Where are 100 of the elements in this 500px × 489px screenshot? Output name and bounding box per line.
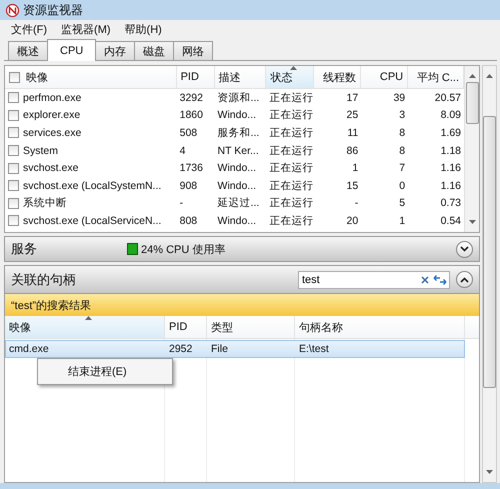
table-cell: - (354, 197, 358, 210)
tab[interactable]: 网络 (173, 41, 214, 60)
table-cell: Windo... (218, 214, 256, 227)
scrollbar[interactable] (464, 66, 479, 232)
table-cell: 5 (399, 197, 406, 210)
table-cell: Windo... (218, 180, 256, 192)
table-cell: 1860 (180, 109, 203, 122)
table-cell: 1736 (180, 162, 203, 174)
scroll-down-icon[interactable] (486, 470, 493, 474)
column-header[interactable]: 状态 (266, 66, 314, 88)
cpu-usage: 24% CPU 使用率 (141, 242, 226, 256)
usage-swatch-icon (127, 243, 138, 255)
menu-item[interactable]: 帮助(H) (120, 20, 167, 38)
scroll-up-icon[interactable] (468, 74, 476, 78)
table-cell: 资源和... (218, 90, 260, 105)
table-cell: 正在运行 (269, 161, 314, 176)
table-cell: - (180, 197, 184, 210)
table-cell: 1.16 (440, 180, 462, 192)
checkbox[interactable] (8, 127, 19, 138)
checkbox[interactable] (8, 92, 19, 104)
table-cell: 1 (399, 214, 406, 227)
chevron-down-icon (460, 246, 469, 252)
column-header[interactable]: 映像 (5, 316, 165, 338)
table-cell: 正在运行 (269, 90, 314, 105)
table-cell: System (23, 144, 58, 157)
checkbox[interactable] (9, 72, 20, 82)
checkbox[interactable] (8, 215, 19, 226)
table-cell: 正在运行 (269, 178, 314, 193)
checkbox[interactable] (8, 198, 19, 209)
table-cell: 8.09 (440, 109, 462, 122)
search-box[interactable]: test (298, 270, 450, 288)
scrollbar[interactable] (482, 65, 497, 483)
table-cell: 1.69 (440, 126, 462, 139)
table-cell: 3292 (180, 92, 203, 104)
table-cell: 3 (399, 109, 406, 122)
scroll-thumb[interactable] (466, 82, 478, 124)
table-cell: 正在运行 (269, 108, 314, 122)
table-cell: 508 (180, 126, 198, 139)
table-cell: svchost.exe (LocalSystemN... (23, 180, 162, 192)
table-cell: 正在运行 (269, 214, 314, 228)
table-cell: cmd.exe (9, 342, 49, 355)
table-cell: perfmon.exe (23, 92, 82, 104)
table-cell: 15 (346, 180, 358, 192)
table-cell: 39 (393, 92, 406, 104)
column-header[interactable]: 映像 (5, 66, 177, 88)
expand-button[interactable] (456, 240, 473, 258)
search-field[interactable]: test (299, 274, 417, 286)
menu-item[interactable]: 结束进程(E) (40, 361, 170, 382)
section-header[interactable]: 服务 24% CPU 使用率 (4, 236, 480, 262)
column-header[interactable]: 类型 (207, 316, 295, 338)
table-cell: 17 (346, 92, 358, 104)
table-cell: Windo... (218, 109, 256, 122)
column-header[interactable]: 句柄名称 (295, 316, 465, 338)
table-cell: svchost.exe (LocalServiceN... (23, 214, 162, 227)
app-icon (6, 4, 19, 16)
table-cell: 20.57 (434, 92, 462, 104)
table-cell: 4 (180, 144, 186, 157)
scroll-up-icon[interactable] (486, 74, 493, 78)
table-cell: 2952 (169, 342, 192, 355)
search-results-title: “test”的搜索结果 (11, 298, 92, 312)
tab[interactable]: CPU (47, 39, 96, 61)
scroll-down-icon[interactable] (468, 220, 476, 224)
table-cell: File (211, 342, 228, 355)
column-header[interactable]: PID (165, 316, 207, 338)
table-cell: 1 (352, 162, 358, 174)
menu-item[interactable]: 监视器(M) (56, 20, 116, 38)
checkbox[interactable] (8, 145, 19, 156)
collapse-button[interactable] (456, 271, 473, 288)
table-cell: 0.54 (440, 214, 462, 227)
table-cell: 8 (399, 144, 406, 157)
table-cell: 正在运行 (269, 144, 314, 158)
table-row[interactable]: cmd.exe 2952 File E:\test (5, 340, 465, 358)
column-header[interactable]: 线程数 (314, 66, 362, 88)
table-cell: E:\test (299, 342, 329, 355)
checkbox[interactable] (8, 110, 19, 121)
table-cell: 11 (347, 126, 358, 139)
sort-arrow-icon (290, 66, 297, 70)
clear-icon[interactable] (421, 276, 429, 284)
tab[interactable]: 概述 (8, 41, 48, 60)
column-header[interactable]: CPU (361, 66, 408, 88)
table-cell: 延迟过... (218, 196, 260, 210)
tab[interactable]: 磁盘 (134, 41, 174, 60)
checkbox[interactable] (8, 162, 19, 174)
menu-item[interactable]: 文件(F) (6, 20, 52, 38)
table-cell: NT Ker... (218, 144, 259, 157)
refresh-icon[interactable] (433, 274, 447, 286)
table-cell: Windo... (218, 162, 256, 174)
tab[interactable]: 内存 (95, 41, 136, 60)
table-cell: 服务和... (218, 126, 260, 140)
column-header[interactable]: PID (176, 66, 215, 88)
table-cell: 808 (180, 214, 198, 227)
table-cell: 0.73 (440, 197, 462, 210)
section-title: 关联的句柄 (11, 270, 77, 288)
section-title: 服务 (11, 240, 38, 258)
table-cell: 1.18 (440, 144, 462, 157)
table-cell: 908 (180, 180, 198, 192)
scroll-thumb[interactable] (483, 116, 496, 388)
checkbox[interactable] (8, 180, 19, 192)
table-cell: 正在运行 (269, 126, 314, 140)
table-cell: 1.16 (440, 162, 462, 174)
